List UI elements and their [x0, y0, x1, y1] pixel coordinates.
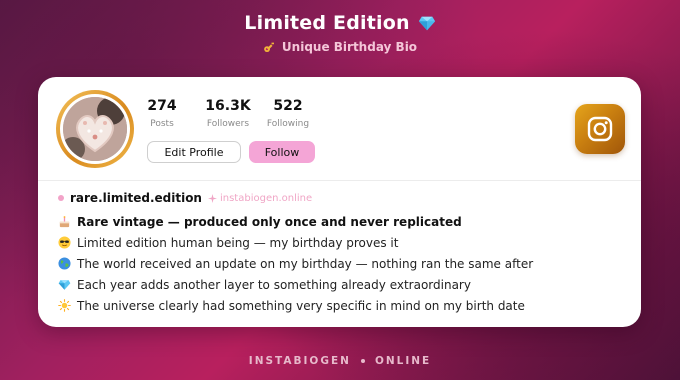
edit-profile-button[interactable]: Edit Profile — [147, 141, 241, 163]
username[interactable]: rare.limited.edition — [70, 191, 202, 205]
profile-card: 274 Posts 16.3K Followers 522 Following … — [38, 77, 641, 327]
dot-icon — [58, 195, 64, 201]
title-text: Limited Edition — [244, 12, 410, 34]
footer-domain[interactable]: ONLINE — [375, 355, 431, 367]
follow-button[interactable]: Follow — [249, 141, 315, 163]
gem-icon — [418, 16, 435, 31]
stat-posts[interactable]: 274 Posts — [146, 98, 178, 129]
stat-following[interactable]: 522 Following — [264, 98, 312, 129]
globe-icon — [58, 257, 71, 270]
key-icon — [264, 42, 274, 52]
website-text: instabiogen.online — [219, 192, 313, 204]
avatar[interactable] — [63, 97, 127, 161]
bio-line: Each year adds another layer to somethin… — [58, 274, 621, 295]
cake-photo — [63, 97, 127, 161]
bio-lines: Rare vintage — produced only once and ne… — [58, 211, 621, 316]
page-header: Limited Edition Unique Birthday Bio — [0, 12, 680, 58]
sparkle-icon — [207, 193, 217, 203]
bio-line: The universe clearly had something very … — [58, 295, 621, 316]
bio-section: rare.limited.edition instabiogen.online … — [58, 190, 621, 316]
sun-icon — [58, 299, 71, 312]
cake-icon — [59, 216, 70, 228]
bio-line: The world received an update on my birth… — [58, 253, 621, 274]
bio-line: Rare vintage — produced only once and ne… — [58, 211, 621, 232]
bio-line: Limited edition human being — my birthda… — [58, 232, 621, 253]
website-link[interactable]: instabiogen.online — [207, 192, 313, 204]
page-title: Limited Edition — [244, 12, 435, 34]
profile-stats: 274 Posts 16.3K Followers 522 Following — [146, 98, 312, 129]
gem-icon — [58, 279, 71, 290]
sunglasses-face-icon — [58, 236, 71, 249]
stat-followers[interactable]: 16.3K Followers — [202, 98, 254, 129]
instagram-icon[interactable] — [575, 104, 625, 154]
separator-dot — [360, 359, 365, 363]
subtitle-text: Unique Birthday Bio — [281, 40, 418, 54]
footer: INSTABIOGEN ONLINE — [0, 355, 680, 367]
profile-header: 274 Posts 16.3K Followers 522 Following … — [38, 77, 641, 180]
page-subtitle: Unique Birthday Bio — [263, 40, 417, 54]
divider — [38, 180, 641, 181]
avatar-ring — [56, 90, 134, 168]
handle-row: rare.limited.edition instabiogen.online — [58, 190, 621, 206]
footer-brand[interactable]: INSTABIOGEN — [249, 355, 351, 367]
